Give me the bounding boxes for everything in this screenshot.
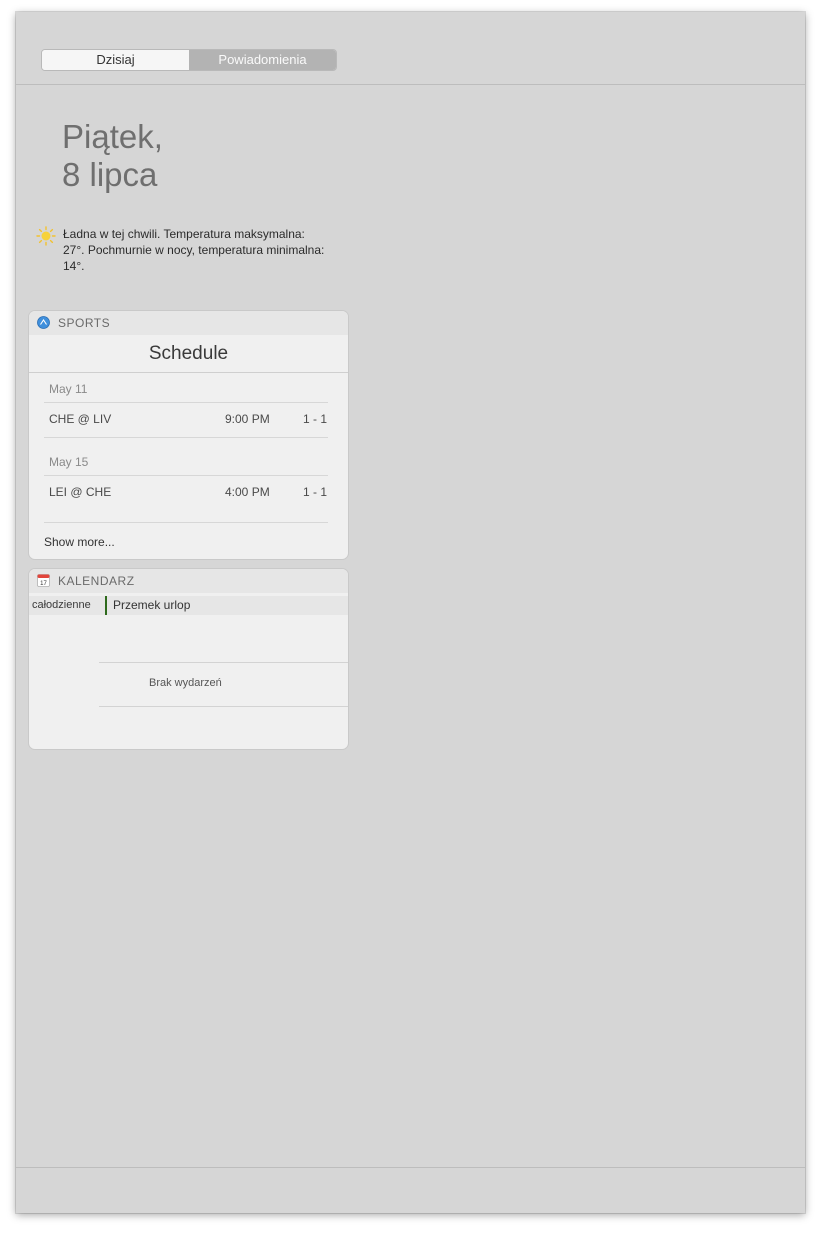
- sports-widget: SPORTS Schedule May 11 CHE @ LIV 9:00 PM…: [29, 311, 348, 559]
- date-weekday: Piątek,: [62, 118, 163, 155]
- calendar-app-icon: 17: [37, 574, 50, 587]
- top-divider: [16, 84, 805, 85]
- show-more-link[interactable]: Show more...: [44, 535, 115, 549]
- game-teams: CHE @ LIV: [49, 412, 112, 426]
- calendar-widget-header: 17 KALENDARZ: [29, 569, 348, 593]
- sports-widget-title: SPORTS: [58, 316, 111, 330]
- bottom-divider: [16, 1167, 805, 1168]
- event-color-bar: [105, 596, 107, 615]
- all-day-row: całodzienne Przemek urlop: [29, 596, 348, 615]
- view-switcher: Dzisiaj Powiadomienia: [41, 49, 337, 71]
- tab-notifications[interactable]: Powiadomienia: [189, 50, 336, 70]
- divider: [44, 522, 328, 523]
- divider: [99, 706, 348, 707]
- sports-app-icon: [37, 316, 50, 329]
- divider: [44, 402, 328, 403]
- game-score: 1 - 1: [302, 412, 327, 426]
- schedule-title: Schedule: [148, 343, 229, 364]
- tab-today[interactable]: Dzisiaj: [42, 50, 189, 70]
- divider: [44, 475, 328, 476]
- calendar-widget-title: KALENDARZ: [58, 574, 135, 588]
- schedule-date: May 11: [49, 382, 88, 396]
- date-heading: Piątek, 8 lipca: [62, 118, 163, 194]
- weather-text: Ładna w tej chwili. Temperatura maksymal…: [63, 227, 325, 273]
- game-teams: LEI @ CHE: [49, 485, 112, 499]
- game-time: 9:00 PM: [225, 412, 270, 426]
- all-day-event[interactable]: Przemek urlop: [113, 598, 190, 612]
- game-time: 4:00 PM: [225, 485, 270, 499]
- divider: [29, 372, 348, 373]
- divider: [44, 437, 328, 438]
- game-score: 1 - 1: [302, 485, 327, 499]
- schedule-date: May 15: [49, 455, 89, 469]
- calendar-widget: 17 KALENDARZ całodzienne Przemek urlop B…: [29, 569, 348, 749]
- date-day-month: 8 lipca: [62, 156, 158, 193]
- svg-text:17: 17: [40, 581, 47, 587]
- no-events-text: Brak wydarzeń: [149, 677, 222, 689]
- all-day-label: całodzienne: [32, 599, 91, 611]
- divider: [99, 662, 348, 663]
- notification-center-panel: Dzisiaj Powiadomienia Piątek, 8 lipca Ła…: [16, 12, 805, 1213]
- sports-widget-header: SPORTS: [29, 311, 348, 335]
- sun-icon: [36, 226, 56, 246]
